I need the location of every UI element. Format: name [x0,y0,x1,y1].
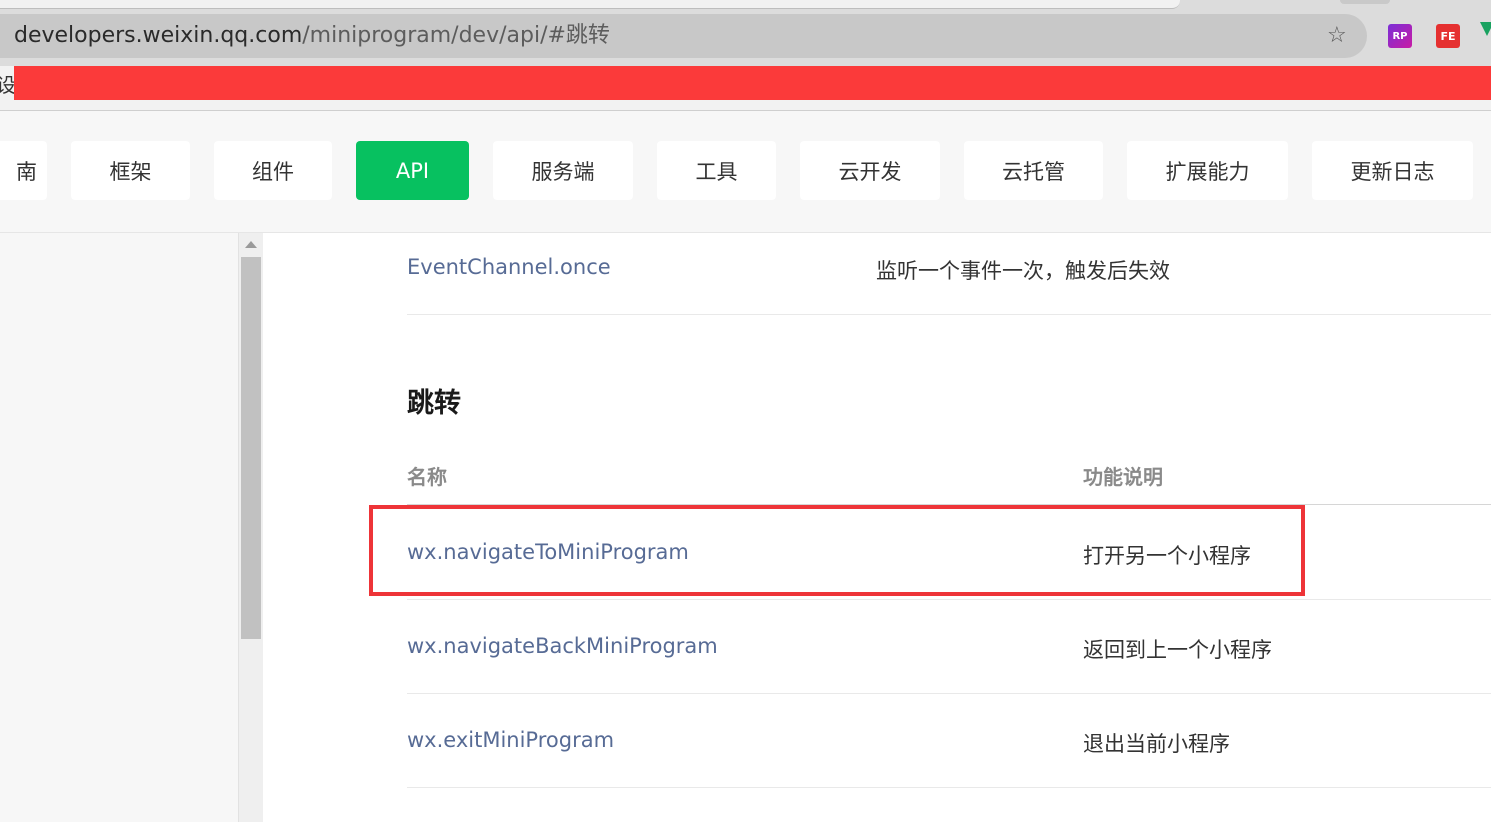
url-path: /miniprogram/dev/api/#跳转 [302,23,610,48]
nav-item-extensions[interactable]: 扩展能力 [1127,141,1288,200]
sidebar-scrollbar[interactable] [238,233,263,822]
nav-item-changelog[interactable]: 更新日志 [1312,141,1473,200]
nav-item-label: 更新日志 [1350,159,1435,184]
browser-tab[interactable] [0,0,1180,9]
address-bar[interactable]: developers.weixin.qq.com/miniprogram/dev… [0,14,1367,58]
bookmark-star-icon[interactable]: ☆ [1327,14,1347,58]
nav-item-components[interactable]: 组件 [214,141,332,200]
api-desc: 监听一个事件一次，触发后失效 [876,259,1170,283]
api-link-navigate-back-miniprogram[interactable]: wx.navigateBackMiniProgram [407,634,718,658]
browser-tab-edge [1340,0,1390,4]
nav-item-cloud-hosting[interactable]: 云托管 [964,141,1103,200]
nav-item-server[interactable]: 服务端 [493,141,633,200]
nav-item-label: 框架 [109,159,152,184]
rp-extension-icon[interactable]: RP [1388,24,1412,48]
nav-item-framework[interactable]: 框架 [71,141,190,200]
api-desc: 返回到上一个小程序 [1083,638,1272,662]
scroll-up-icon[interactable] [245,241,257,248]
address-bar-url[interactable]: developers.weixin.qq.com/miniprogram/dev… [14,14,610,58]
nav-item-label: 组件 [252,159,294,184]
nav-item-tools[interactable]: 工具 [657,141,776,200]
row-divider [407,693,1491,694]
nav-item-api[interactable]: API [356,141,469,200]
sidebar [0,233,238,822]
url-host: developers.weixin.qq.com [14,23,303,48]
nav-item-label: 云开发 [838,159,902,184]
row-divider [407,787,1491,788]
nav-item-guide[interactable]: 南 [0,141,47,200]
nav-item-label: API [395,158,430,183]
nav-item-label: 南 [16,159,37,184]
row-divider [407,599,1491,600]
api-link-exit-miniprogram[interactable]: wx.exitMiniProgram [407,728,614,752]
site-nav: 南 框架 组件 API 服务端 工具 云开发 云托管 扩展能力 更新日志 [0,111,1491,233]
api-desc: 退出当前小程序 [1083,732,1230,756]
table-header-name: 名称 [407,465,447,489]
highlight-annotation-box [369,505,1305,596]
row-divider [407,314,1491,315]
fe-extension-icon[interactable]: FE [1436,24,1460,48]
table-header-desc: 功能说明 [1083,465,1163,489]
bookmarks-bar: 设 [0,66,1491,111]
scroll-thumb[interactable] [241,257,261,639]
nav-item-cloud-dev[interactable]: 云开发 [800,141,940,200]
nav-item-label: 工具 [695,159,738,184]
nav-item-label: 服务端 [531,159,595,184]
nav-item-label: 扩展能力 [1165,159,1250,184]
vue-extension-icon[interactable] [1480,22,1491,36]
redaction-bar [14,66,1491,100]
nav-item-label: 云托管 [1002,159,1065,184]
section-title: 跳转 [407,388,461,419]
api-link-eventchannel-once[interactable]: EventChannel.once [407,255,611,279]
browser-toolbar: developers.weixin.qq.com/miniprogram/dev… [0,0,1491,66]
